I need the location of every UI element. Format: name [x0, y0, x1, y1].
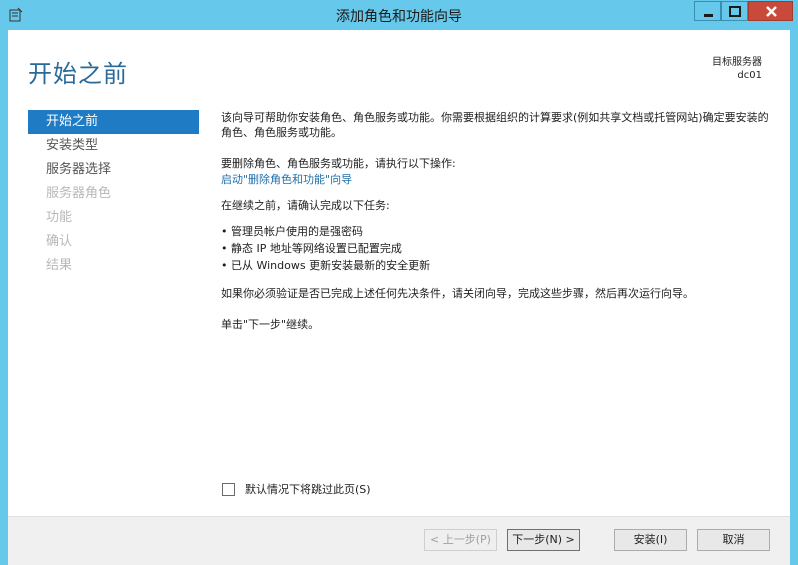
- nav-item-before-you-begin[interactable]: 开始之前: [28, 110, 199, 134]
- task-list: • 管理员帐户使用的是强密码 • 静态 IP 地址等网络设置已配置完成 • 已从…: [221, 223, 430, 274]
- skip-page-option[interactable]: 默认情况下将跳过此页(S): [222, 481, 371, 497]
- page-title: 开始之前: [28, 60, 128, 88]
- window-frame-right: [790, 30, 798, 565]
- wizard-content: 开始之前 目标服务器 dc01 开始之前 安装类型 服务器选择 服务器角色 功能…: [8, 30, 790, 565]
- intro-text: 该向导可帮助你安装角色、角色服务或功能。你需要根据组织的计算要求(例如共享文档或…: [221, 111, 769, 139]
- nav-item-features: 功能: [46, 210, 73, 225]
- install-button[interactable]: 安装(I): [614, 529, 687, 551]
- minimize-icon: [704, 14, 713, 17]
- nav-item-server-roles: 服务器角色: [46, 186, 112, 201]
- verify-text: 如果你必须验证是否已完成上述任何先决条件，请关闭向导，完成这些步骤，然后再次运行…: [221, 287, 694, 300]
- list-item: • 管理员帐户使用的是强密码: [221, 225, 363, 238]
- click-next-text: 单击"下一步"继续。: [221, 318, 320, 331]
- next-button[interactable]: 下一步(N) >: [507, 529, 580, 551]
- cancel-button[interactable]: 取消: [697, 529, 770, 551]
- nav-item-confirmation: 确认: [46, 234, 73, 249]
- title-bar: 添加角色和功能向导: [0, 0, 798, 30]
- nav-item-installation-type[interactable]: 安装类型: [28, 134, 199, 158]
- remove-roles-link[interactable]: 启动"删除角色和功能"向导: [221, 172, 352, 187]
- button-bar: < 上一步(P) 下一步(N) > 安装(I) 取消: [8, 516, 790, 565]
- target-server-info: 目标服务器 dc01: [712, 56, 762, 82]
- maximize-button[interactable]: [721, 1, 748, 21]
- skip-page-label: 默认情况下将跳过此页(S): [245, 483, 371, 496]
- minimize-button[interactable]: [694, 1, 721, 21]
- remove-instructions: 要删除角色、角色服务或功能，请执行以下操作:: [221, 157, 456, 170]
- previous-button: < 上一步(P): [424, 529, 497, 551]
- nav-item-results: 结果: [46, 258, 73, 273]
- maximize-icon: [729, 6, 741, 17]
- nav-item-server-selection[interactable]: 服务器选择: [28, 158, 199, 182]
- wizard-nav: 开始之前 安装类型 服务器选择 服务器角色 功能 确认 结果: [28, 110, 199, 278]
- window-title: 添加角色和功能向导: [336, 9, 462, 25]
- close-icon: [766, 6, 777, 17]
- list-item: • 静态 IP 地址等网络设置已配置完成: [221, 242, 402, 255]
- close-button[interactable]: [748, 1, 793, 21]
- target-server-name: dc01: [737, 70, 762, 81]
- list-item: • 已从 Windows 更新安装最新的安全更新: [221, 259, 431, 272]
- target-server-label: 目标服务器: [712, 57, 762, 68]
- window-frame-left: [0, 30, 8, 565]
- skip-page-checkbox[interactable]: [222, 482, 235, 496]
- confirm-text: 在继续之前，请确认完成以下任务:: [221, 199, 390, 212]
